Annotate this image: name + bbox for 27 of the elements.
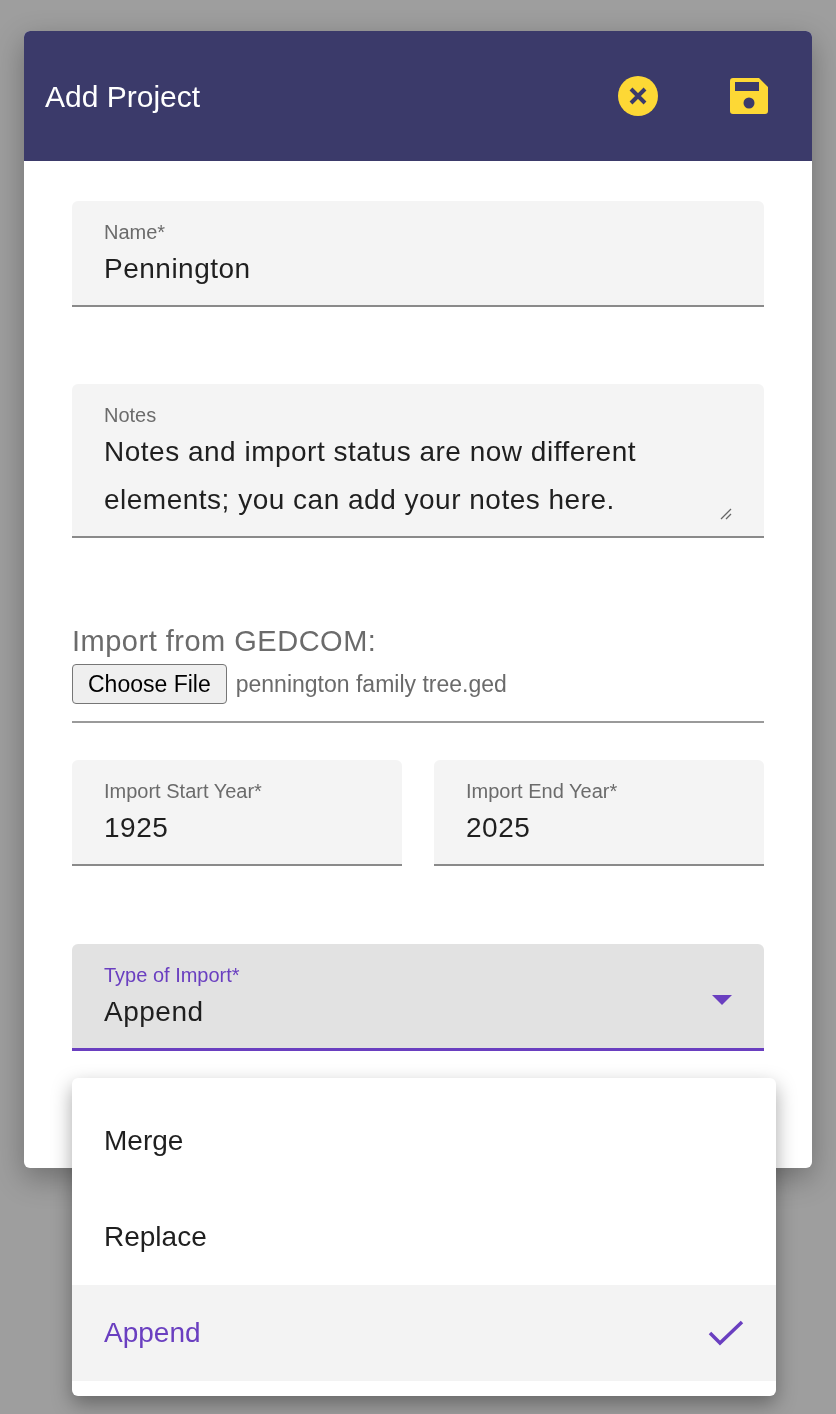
import-type-select[interactable]: Type of Import* Append bbox=[72, 944, 764, 1051]
menu-option[interactable]: Replace bbox=[72, 1189, 776, 1285]
field-label: Type of Import* bbox=[104, 963, 241, 988]
text-field[interactable]: Name* Pennington bbox=[72, 201, 764, 307]
save-icon[interactable] bbox=[730, 78, 768, 114]
field-value: Pennington bbox=[104, 252, 252, 286]
choose-file-button[interactable]: Choose File bbox=[72, 664, 227, 704]
text-field[interactable]: Import Start Year* 1925 bbox=[72, 760, 402, 866]
menu-option[interactable]: Append bbox=[72, 1285, 776, 1381]
import-label: Import from GEDCOM: bbox=[72, 624, 378, 658]
field-label: Notes bbox=[104, 403, 158, 428]
field-value: Append bbox=[104, 995, 204, 1029]
field-label: Import End Year* bbox=[466, 779, 619, 804]
field-label: Name* bbox=[104, 220, 167, 245]
field-value: Notes and import status are now different elements; you can add your notes here. bbox=[104, 435, 638, 517]
field-label: Import Start Year* bbox=[104, 779, 263, 804]
file-name: pennington family tree.ged bbox=[235, 669, 507, 699]
field-value: 1925 bbox=[104, 811, 170, 845]
field-value: 2025 bbox=[466, 811, 532, 845]
dialog-title: Add Project bbox=[45, 78, 202, 115]
checkmark-icon bbox=[708, 1320, 744, 1346]
notes-field[interactable]: Notes Notes and import status are now different elements; you can add your notes here. bbox=[72, 384, 764, 538]
text-field[interactable]: Import End Year* 2025 bbox=[434, 760, 764, 866]
resize-handle-icon[interactable] bbox=[718, 506, 732, 520]
menu-option[interactable]: Merge bbox=[72, 1093, 776, 1189]
dropdown-caret-icon bbox=[712, 995, 732, 1005]
close-icon[interactable] bbox=[618, 76, 658, 116]
